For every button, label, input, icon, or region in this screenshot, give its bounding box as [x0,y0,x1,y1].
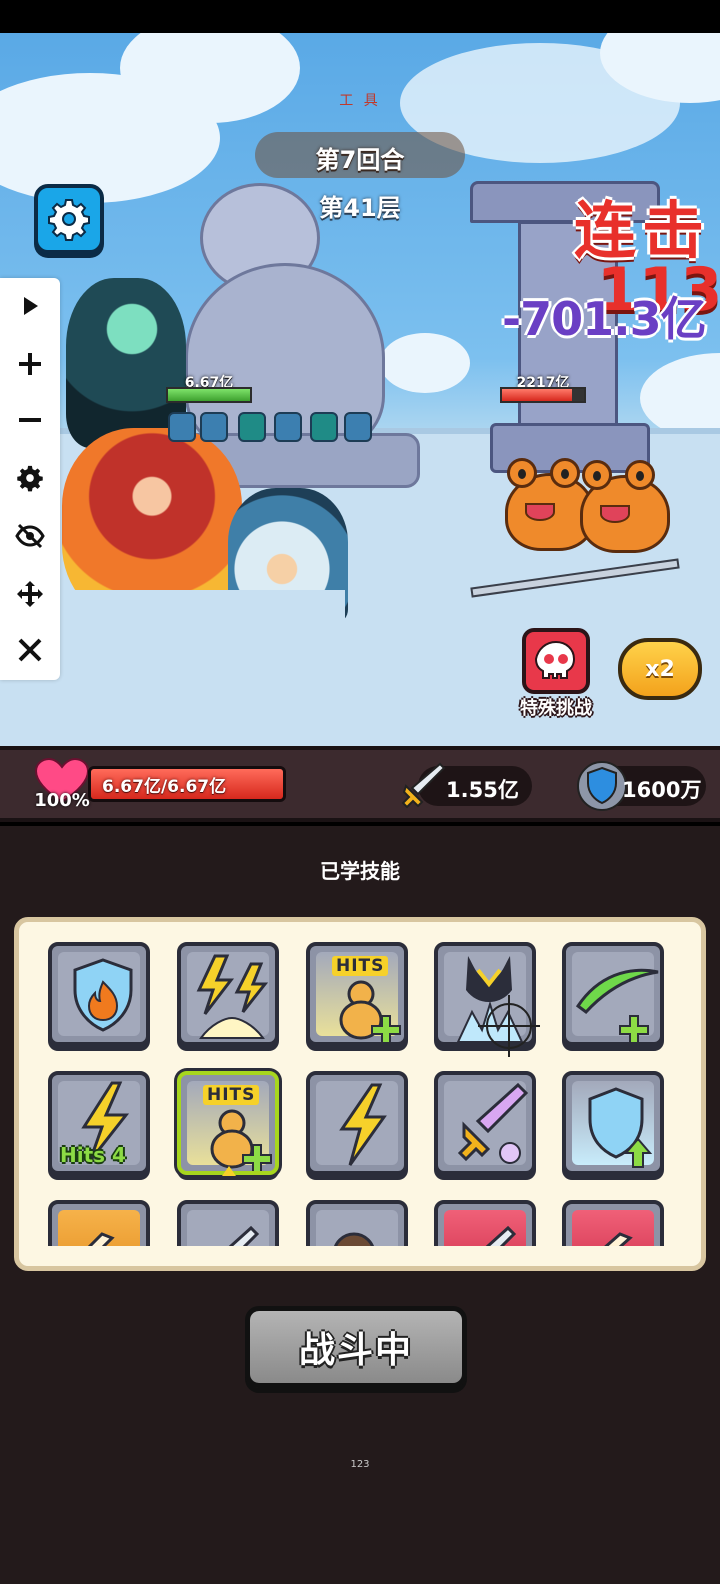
skill-lightning-burst[interactable] [177,942,279,1046]
skill-sword[interactable] [177,1200,279,1246]
zoom-out-button[interactable] [10,400,50,440]
move-icon [17,581,43,607]
hp-percent: 100% [34,790,90,811]
close-icon [18,638,42,662]
floating-control-panel [0,278,60,680]
floor-label: 第41层 [319,194,401,222]
speed-button[interactable]: x2 [618,638,702,700]
skill-gourd-hits-selected[interactable]: HITS [177,1071,279,1175]
footer-number: 123 [350,1459,370,1470]
tool-caption: 工 具 [339,93,381,109]
buff-icon [238,412,266,442]
fighting-button[interactable]: 战斗中 [245,1306,467,1388]
close-button[interactable] [10,630,50,670]
flame-sword-icon [87,1232,115,1246]
skull-icon [534,640,576,679]
scene-cutout [60,590,345,755]
gear-icon [48,199,90,241]
minus-icon [19,418,41,422]
enemy-hp-bar [500,387,586,403]
snow-mound [380,333,470,393]
sword-icon [228,1225,260,1246]
hide-button[interactable] [10,516,50,556]
skill-red-flame-sword[interactable] [562,1200,664,1246]
zoom-in-button[interactable] [10,344,50,384]
enemy-toad [570,455,680,560]
play-icon [24,297,38,315]
move-button[interactable] [10,574,50,614]
skill-fire-shield[interactable] [48,942,150,1046]
tool-settings-button[interactable] [10,458,50,498]
red-flame-sword-icon [604,1232,633,1246]
skull-sword-icon [457,1082,529,1164]
skill-red-sword[interactable] [434,1200,536,1246]
lightning-icon [339,1083,387,1166]
team-hp-bar [166,387,252,403]
skill-gourd-hits[interactable]: HITS [306,942,408,1046]
damage-number: -701.3亿 [502,292,707,346]
buff-icon [344,412,372,442]
skill-lightning[interactable] [306,1071,408,1175]
hits-tag: HITS [332,956,389,976]
status-strip [0,0,720,33]
warrior-icon [334,1232,374,1246]
play-button[interactable] [10,286,50,326]
skills-title: 已学技能 [320,859,400,883]
crosshair-icon [478,995,540,1057]
hits-tag: HITS [203,1085,260,1105]
settings-button[interactable] [34,184,104,254]
skill-slash-plus[interactable] [562,942,664,1046]
skill-shield-up[interactable] [562,1071,664,1175]
slash-plus-icon [575,968,659,1042]
enemy-hp-fill [502,389,572,401]
team-hp-fill [168,389,250,401]
skill-flame-sword[interactable] [48,1200,150,1246]
red-sword-icon [485,1225,517,1246]
lightning-burst-icon [196,954,269,1039]
player-hp-text: 6.67亿/6.67亿 [102,777,227,797]
skill-lightning-hits4[interactable]: Hits 4 [48,1071,150,1175]
fire-shield-icon [73,958,133,1032]
shield-up-icon [588,1087,653,1168]
sword-icon [401,762,446,809]
buff-icon [274,412,302,442]
buff-icon [168,412,196,442]
buff-icon [310,412,338,442]
skill-warrior[interactable] [306,1200,408,1246]
special-challenge-label: 特殊挑战 [520,698,592,719]
buff-icon [200,412,228,442]
special-challenge-button[interactable] [522,628,590,694]
gear-icon [17,465,43,492]
attack-value: 1.55亿 [446,778,519,802]
hits4-tag: Hits 4 [60,1143,126,1167]
round-label: 第7回合 [315,146,405,174]
selected-marker [222,1166,236,1176]
eye-off-icon [15,523,45,549]
skill-skull-sword[interactable] [434,1071,536,1175]
plus-icon [19,353,41,375]
defense-value: 1600万 [622,778,702,802]
skills-grid: HITS Hits 4 HITS [20,940,700,1246]
